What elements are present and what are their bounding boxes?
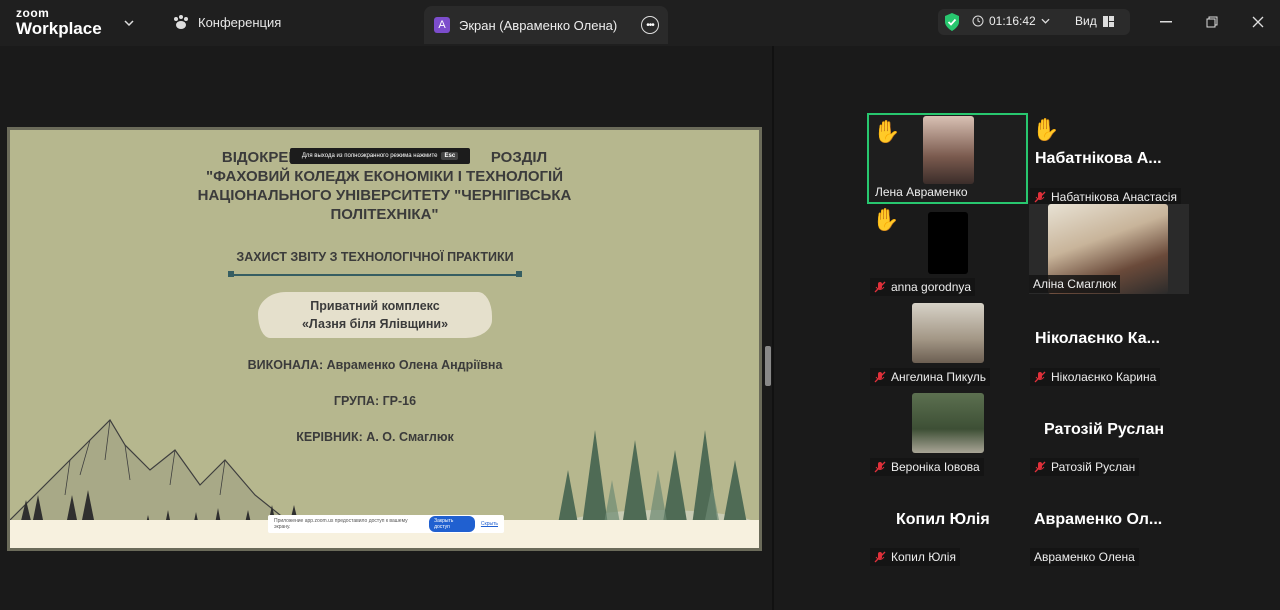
participant-name: Ангелина Пикуль bbox=[891, 370, 987, 384]
chevron-down-icon[interactable] bbox=[120, 14, 138, 32]
status-pill: 01:16:42 Вид bbox=[938, 9, 1130, 35]
raised-hand-icon: ✋ bbox=[872, 207, 900, 232]
raised-hand-icon: ✋ bbox=[1032, 117, 1060, 142]
fullscreen-exit-hint: Для выхода из полноэкранного режима нажм… bbox=[290, 148, 470, 164]
timer-value: 01:16:42 bbox=[989, 14, 1036, 28]
paw-icon bbox=[174, 15, 188, 29]
slide-author: ВИКОНАЛА: Авраменко Олена Андріївна bbox=[247, 358, 503, 372]
close-icon[interactable] bbox=[1250, 14, 1266, 30]
participant-name-tag: Ратозій Руслан bbox=[1030, 458, 1140, 476]
slide-divider-line bbox=[228, 271, 522, 277]
minimize-icon[interactable] bbox=[1158, 14, 1174, 30]
participant-name: Ратозій Руслан bbox=[1051, 460, 1136, 474]
clock-icon bbox=[972, 15, 984, 27]
hide-link[interactable]: Скрыть bbox=[481, 521, 498, 527]
participant-name: Набатнікова Анастасія bbox=[1051, 190, 1177, 204]
participant-tile[interactable]: Ангелина Пикуль bbox=[870, 363, 1030, 386]
slide-subtitle: ЗАХИСТ ЗВІТУ З ТЕХНОЛОГІЧНОЇ ПРАКТИКИ bbox=[236, 250, 514, 264]
participant-tile[interactable]: Аліна Смаглюк bbox=[1029, 204, 1189, 294]
participant-name: Лена Авраменко bbox=[875, 185, 968, 199]
muted-mic-icon bbox=[1034, 371, 1046, 383]
participant-name: Вероніка Іовова bbox=[891, 460, 980, 474]
view-label: Вид bbox=[1075, 14, 1097, 28]
slide-title-line: "ФАХОВИЙ КОЛЕДЖ ЕКОНОМІКИ І ТЕХНОЛОГІЙ bbox=[206, 168, 563, 185]
tab-conference-label: Конференция bbox=[198, 14, 282, 30]
participant-tile[interactable]: Авраменко Олена bbox=[1030, 543, 1190, 566]
tab-screen[interactable]: A Экран (Авраменко Олена) ••• bbox=[424, 6, 668, 44]
participant-video bbox=[928, 212, 968, 274]
raised-hand-icon: ✋ bbox=[873, 119, 901, 144]
restore-icon[interactable] bbox=[1204, 14, 1220, 30]
view-button[interactable]: Вид bbox=[1075, 14, 1114, 28]
muted-mic-icon bbox=[874, 281, 886, 293]
muted-mic-icon bbox=[1034, 461, 1046, 473]
grid-icon bbox=[1102, 15, 1114, 27]
screen-share-notification: Приложение app.zoom.us предоставило дост… bbox=[268, 515, 504, 533]
participant-name: anna gorodnya bbox=[891, 280, 972, 294]
tab-conference[interactable]: Конференция bbox=[172, 14, 281, 30]
tab-screen-label: Экран (Авраменко Олена) bbox=[459, 18, 618, 33]
topic-line-2: «Лазня біля Ялівщини» bbox=[301, 317, 449, 331]
brand-bottom: Workplace bbox=[16, 19, 102, 38]
participant-display-name: Копил Юлія bbox=[896, 511, 990, 528]
participant-video bbox=[912, 303, 984, 363]
more-icon[interactable]: ••• bbox=[641, 16, 659, 34]
screen-avatar: A bbox=[434, 17, 450, 33]
participant-display-name: Авраменко Ол... bbox=[1034, 511, 1163, 528]
resize-handle[interactable] bbox=[765, 346, 771, 386]
participant-name: Ніколаєнко Карина bbox=[1051, 370, 1157, 384]
topic-cloud: Приватний комплекс «Лазня біля Ялівщини» bbox=[258, 292, 492, 338]
participant-name: Копил Юлія bbox=[891, 550, 956, 564]
slide-title-line: ПОЛІТЕХНІКА" bbox=[330, 206, 439, 223]
participant-name: Аліна Смаглюк bbox=[1029, 275, 1121, 293]
chevron-down-icon bbox=[1041, 18, 1050, 24]
participant-tile[interactable]: Ратозій Руслан bbox=[1030, 453, 1190, 476]
notification-text: Приложение app.zoom.us предоставило дост… bbox=[274, 518, 408, 530]
zoom-logo: zoom Workplace bbox=[16, 7, 102, 37]
participant-name-tag: anna gorodnya bbox=[870, 278, 976, 296]
title-bar: zoom Workplace Конференция A Экран (Авра… bbox=[0, 0, 1280, 46]
participant-tile-active-speaker[interactable]: ✋ Лена Авраменко bbox=[867, 113, 1028, 204]
esc-key: Esc bbox=[441, 152, 459, 160]
participant-video bbox=[923, 116, 974, 184]
participant-video bbox=[912, 393, 984, 453]
participant-tile[interactable]: anna gorodnya bbox=[870, 273, 1030, 296]
muted-mic-icon bbox=[874, 461, 886, 473]
participant-name-tag: Ангелина Пикуль bbox=[870, 368, 991, 386]
topic-line-1: Приватний комплекс bbox=[310, 299, 440, 313]
shield-icon[interactable] bbox=[943, 12, 961, 32]
participant-display-name: Ніколаєнко Ка... bbox=[1035, 330, 1160, 347]
participant-name-tag: Копил Юлія bbox=[870, 548, 960, 566]
participant-name: Авраменко Олена bbox=[1030, 548, 1139, 566]
participant-name-tag: Вероніка Іовова bbox=[870, 458, 984, 476]
slide-title-line: НАЦІОНАЛЬНОГО УНІВЕРСИТЕТУ "ЧЕРНІГІВСЬКА bbox=[197, 187, 572, 204]
muted-mic-icon bbox=[874, 551, 886, 563]
muted-mic-icon bbox=[874, 371, 886, 383]
participant-tile[interactable]: Копил Юлія bbox=[870, 543, 1030, 566]
participant-display-name: Набатнікова А... bbox=[1035, 150, 1162, 167]
participant-tile[interactable]: Набатнікова Анастасія bbox=[1030, 183, 1190, 206]
presentation-slide: ВІДОКРЕМ РОЗДІЛ "ФАХОВИЙ КОЛЕДЖ ЕКОНОМІКИ… bbox=[7, 127, 762, 551]
participant-display-name: Ратозій Руслан bbox=[1044, 421, 1165, 438]
participant-tile[interactable]: Вероніка Іовова bbox=[870, 453, 1030, 476]
stop-access-button[interactable]: Закрыть доступ bbox=[429, 516, 475, 532]
participant-tile[interactable]: Ніколаєнко Карина bbox=[1030, 363, 1190, 386]
meeting-timer[interactable]: 01:16:42 bbox=[972, 14, 1050, 28]
brand-top: zoom bbox=[16, 6, 50, 20]
esc-hint-text: Для выхода из полноэкранного режима нажм… bbox=[301, 153, 438, 159]
participant-name-tag: Ніколаєнко Карина bbox=[1030, 368, 1161, 386]
muted-mic-icon bbox=[1034, 191, 1046, 203]
